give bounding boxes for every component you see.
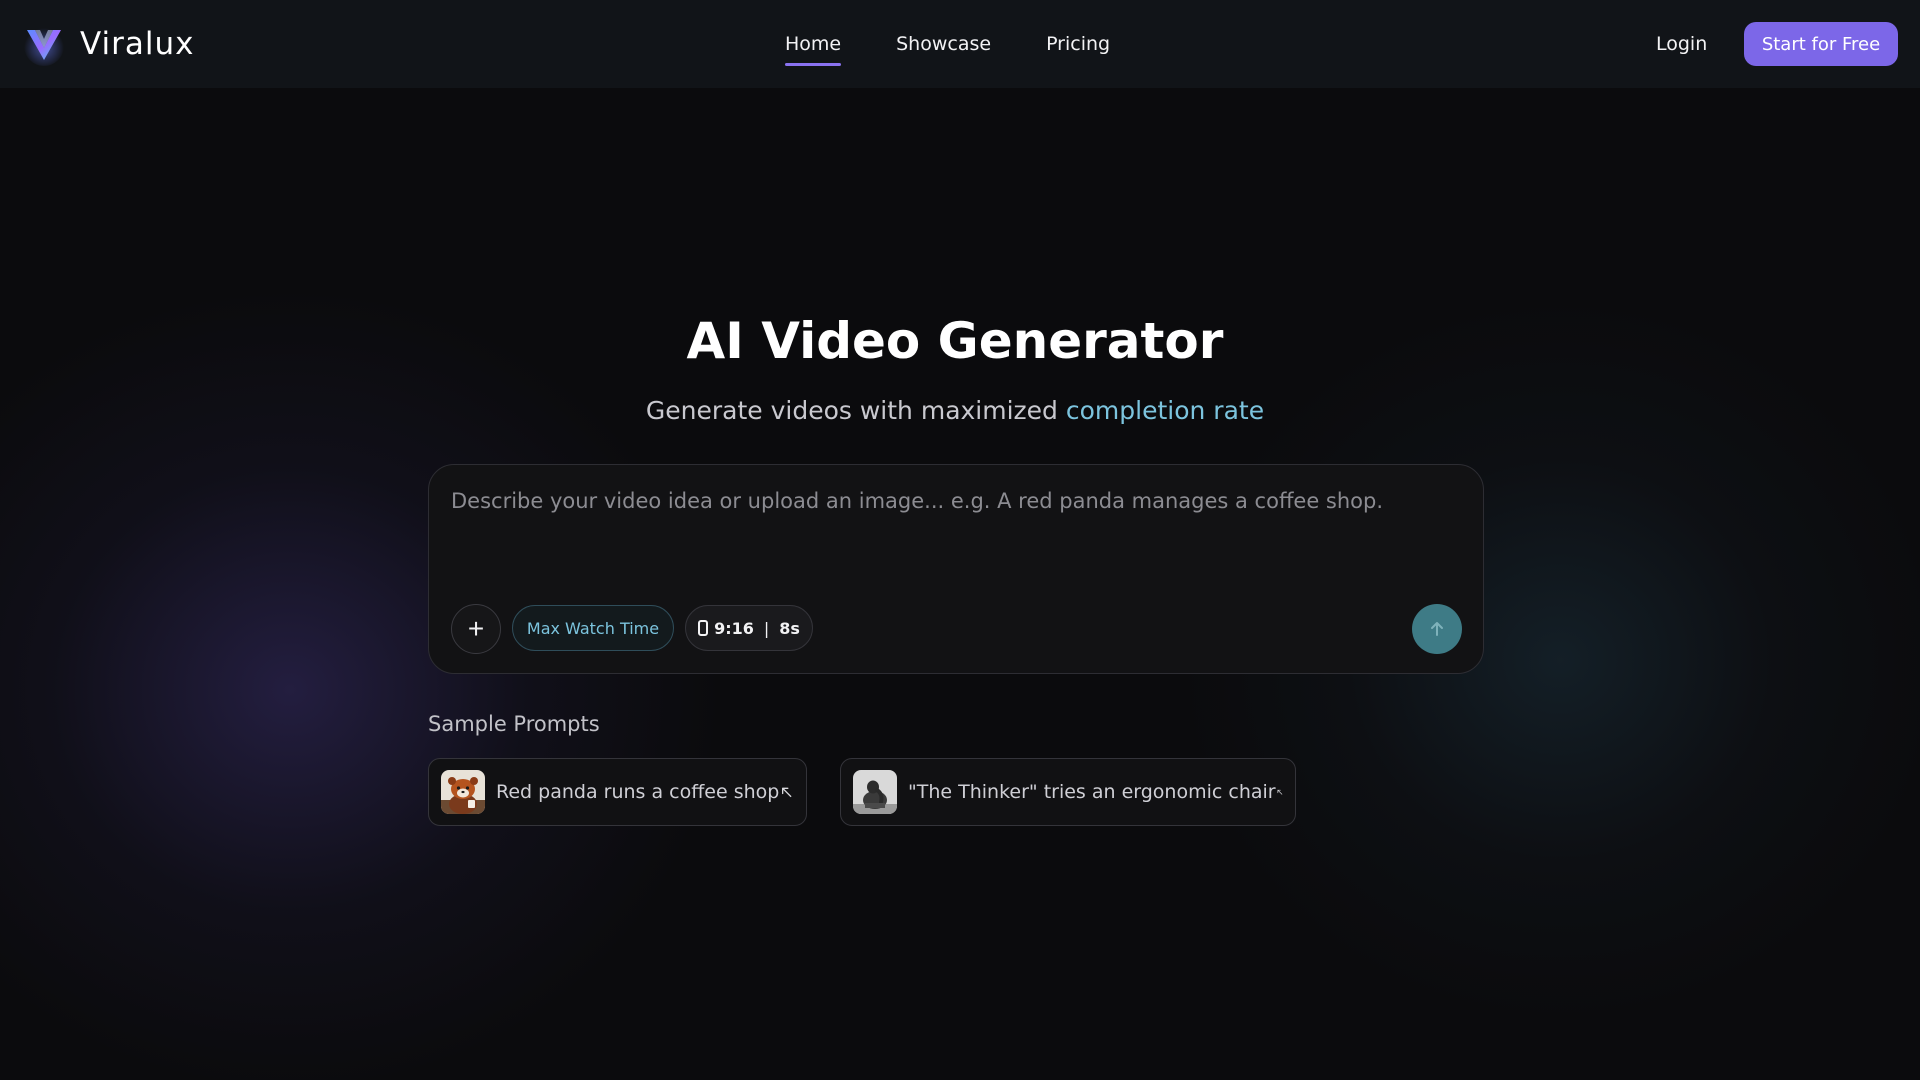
page-title: AI Video Generator bbox=[686, 312, 1224, 370]
brand-name: Viralux bbox=[80, 26, 195, 62]
thinker-thumbnail bbox=[853, 770, 897, 814]
subtitle-text: Generate videos with maximized bbox=[645, 396, 1066, 425]
red-panda-thumbnail bbox=[441, 770, 485, 814]
sample-prompt-label: "The Thinker" tries an ergonomic chair bbox=[908, 781, 1276, 803]
sample-prompt-the-thinker[interactable]: "The Thinker" tries an ergonomic chair bbox=[840, 758, 1296, 826]
prompt-input[interactable] bbox=[451, 489, 1451, 569]
format-chip[interactable]: 9:16 | 8s bbox=[685, 605, 813, 651]
brand[interactable]: Viralux bbox=[22, 22, 195, 66]
nav-home[interactable]: Home bbox=[785, 0, 842, 88]
nav-pricing[interactable]: Pricing bbox=[1046, 0, 1110, 88]
add-attachment-button[interactable]: + bbox=[451, 604, 501, 654]
login-link[interactable]: Login bbox=[1656, 0, 1707, 88]
page-subtitle: Generate videos with maximized completio… bbox=[0, 396, 1910, 425]
prompt-box: + Max Watch Time 9:16 | 8s bbox=[428, 464, 1484, 674]
nav-showcase[interactable]: Showcase bbox=[896, 0, 991, 88]
page: Viralux Home Showcase Pricing Login Star… bbox=[0, 0, 1920, 1080]
sample-prompt-red-panda[interactable]: Red panda runs a coffee shop bbox=[428, 758, 807, 826]
start-for-free-button[interactable]: Start for Free bbox=[1744, 22, 1898, 66]
phone-portrait-icon bbox=[698, 620, 709, 636]
main-nav: Home Showcase Pricing bbox=[785, 0, 1165, 88]
plus-icon: + bbox=[467, 613, 485, 644]
aspect-ratio-value: 9:16 bbox=[714, 618, 754, 638]
sample-prompt-label: Red panda runs a coffee shop bbox=[496, 781, 780, 803]
chip-separator: | bbox=[763, 618, 770, 638]
max-watch-time-chip[interactable]: Max Watch Time bbox=[512, 605, 674, 651]
subtitle-accent: completion rate bbox=[1065, 396, 1265, 425]
arrow-up-left-icon bbox=[1277, 789, 1282, 795]
sample-prompts-heading: Sample Prompts bbox=[428, 712, 600, 736]
v-logo-icon bbox=[24, 26, 64, 66]
navbar: Viralux Home Showcase Pricing Login Star… bbox=[0, 0, 1920, 88]
arrow-up-left-icon bbox=[782, 787, 792, 798]
arrow-up-icon bbox=[1431, 622, 1443, 636]
send-button[interactable] bbox=[1412, 604, 1462, 654]
duration-value: 8s bbox=[779, 618, 800, 638]
